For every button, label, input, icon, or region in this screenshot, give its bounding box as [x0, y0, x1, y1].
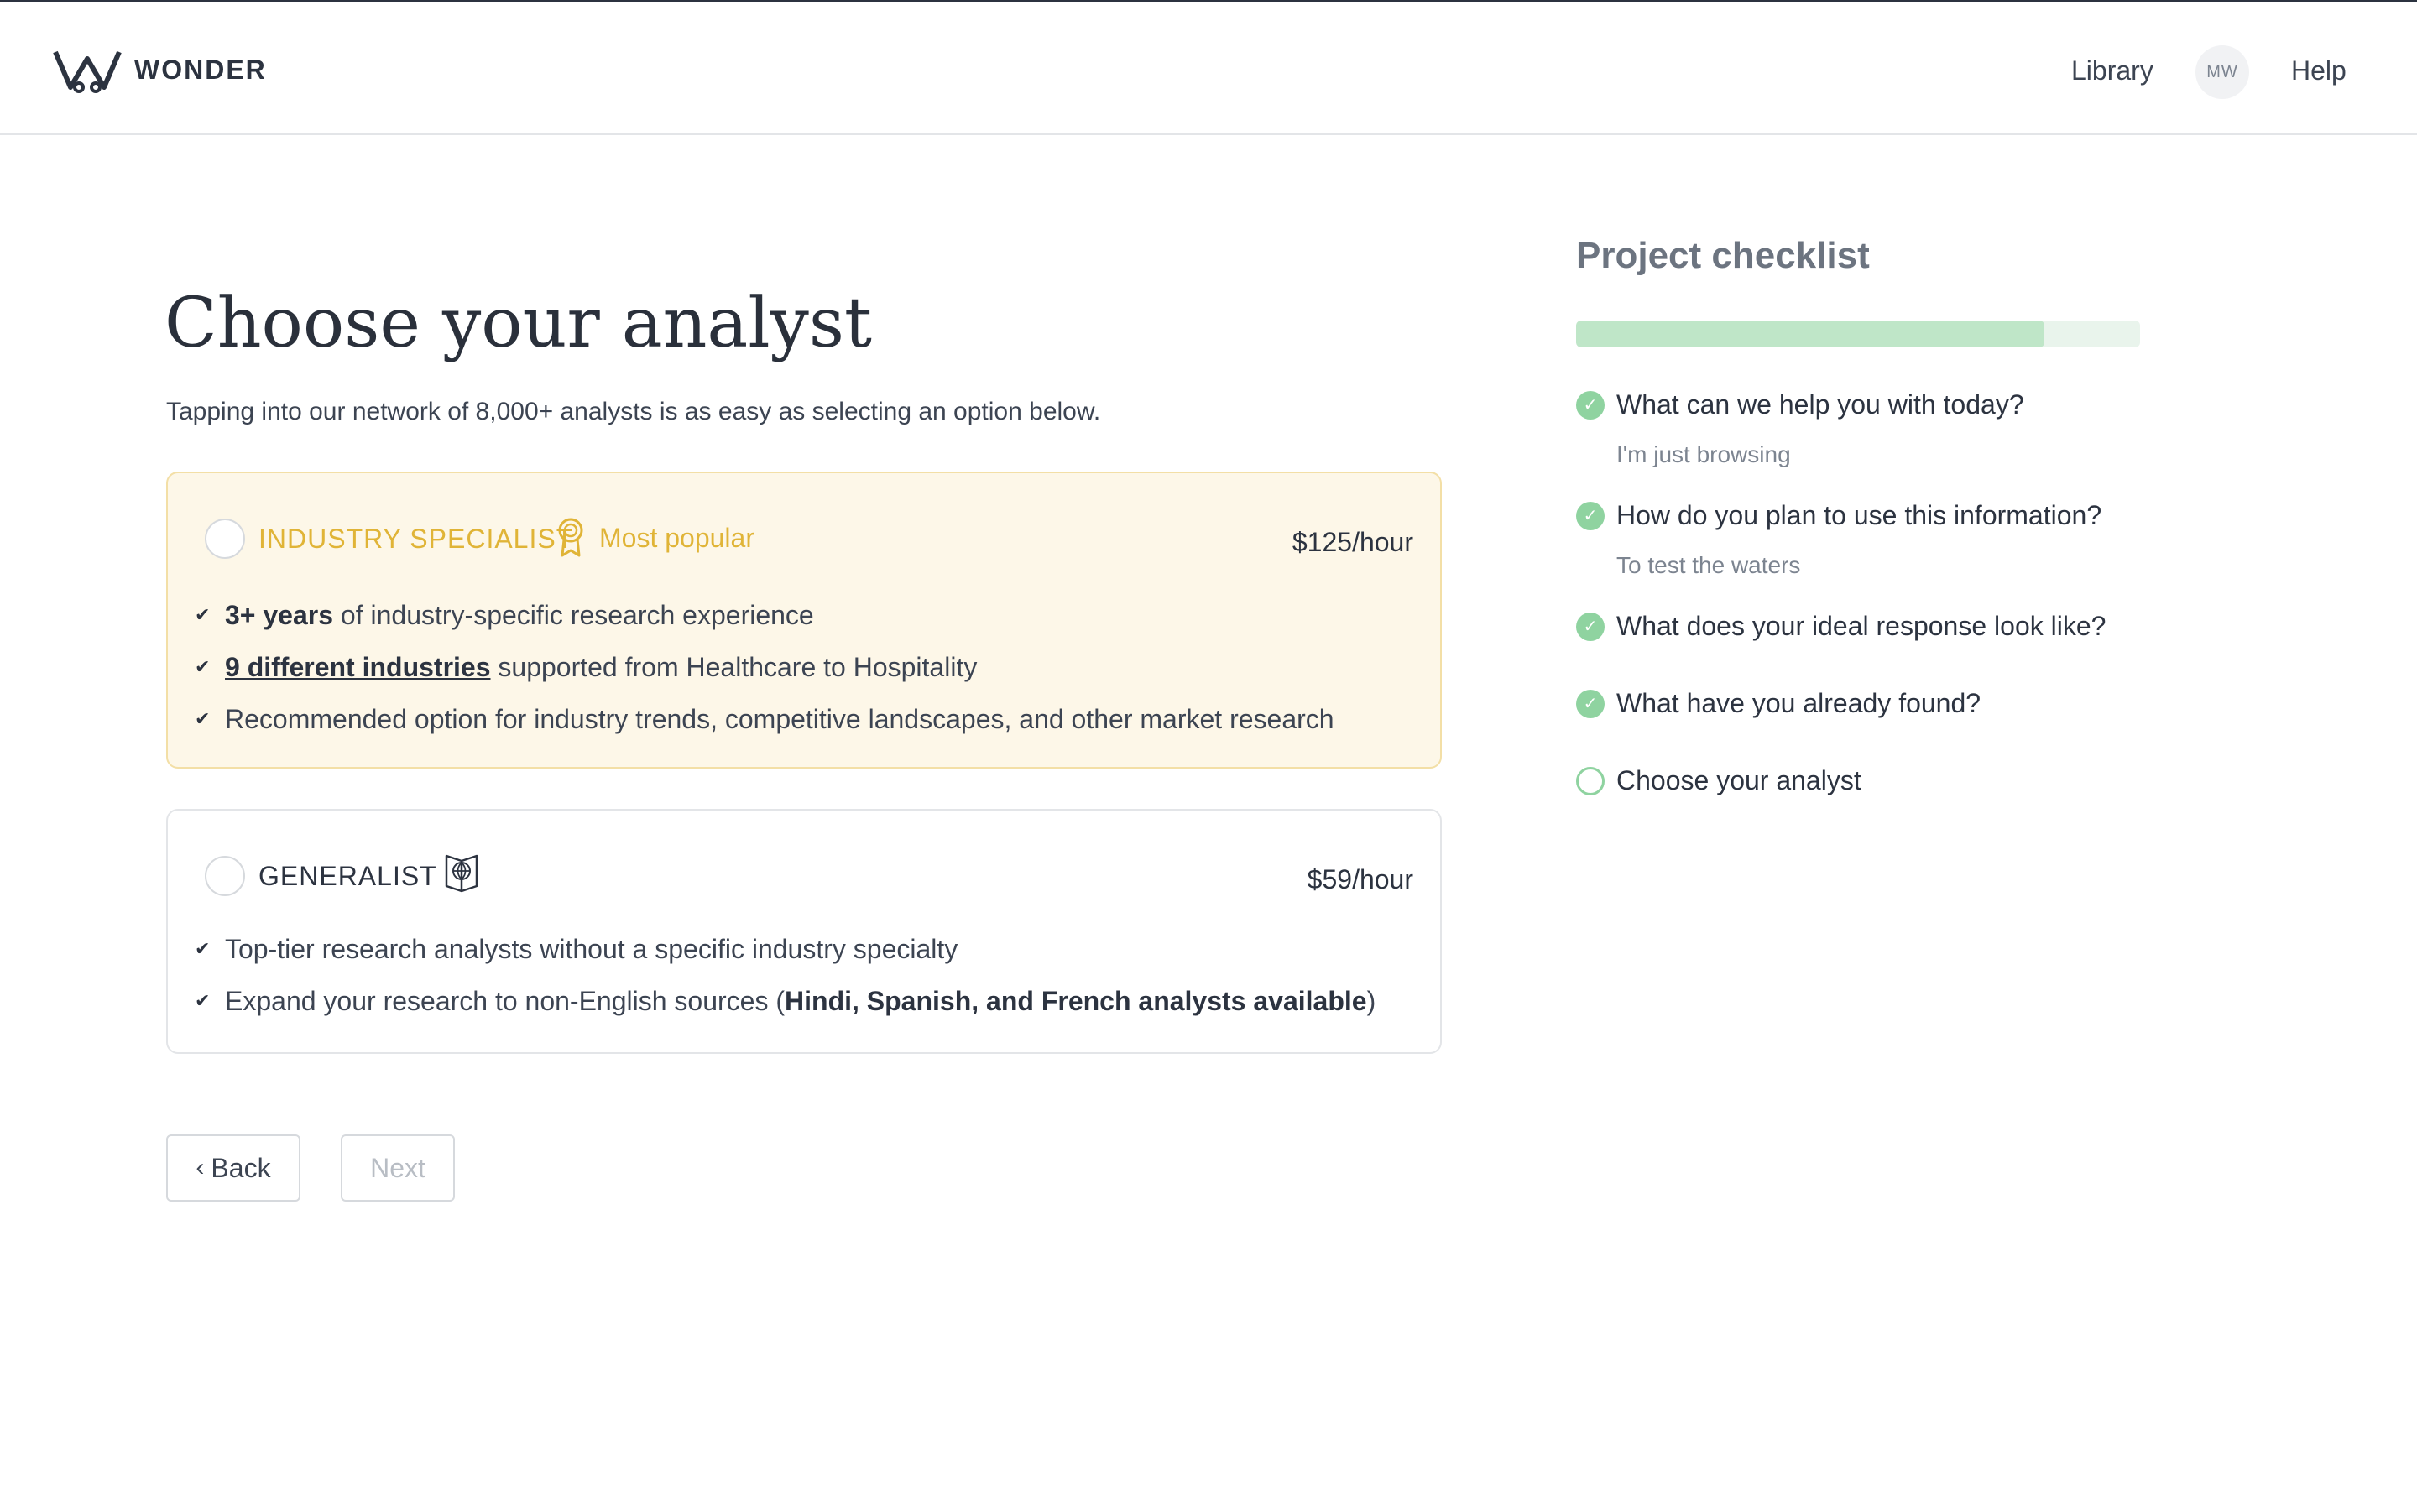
checklist-progress-bar	[1576, 321, 2140, 347]
brand-logo[interactable]: WONDER	[52, 45, 267, 94]
feature-item: ✔ 9 different industries supported from …	[195, 641, 1334, 693]
user-avatar[interactable]: MW	[2195, 45, 2249, 99]
nav-help-link[interactable]: Help	[2291, 55, 2347, 86]
checklist-answer: To test the waters	[1616, 552, 1801, 578]
option-price: $125/hour	[1292, 527, 1413, 557]
empty-circle-icon	[1576, 766, 1605, 795]
feature-item: ✔ 3+ years of industry-specific research…	[195, 589, 1334, 641]
checkmark-icon: ✔	[195, 656, 211, 677]
feature-item: ✔ Recommended option for industry trends…	[195, 693, 1334, 745]
industries-link[interactable]: 9 different industries	[225, 652, 491, 682]
checkmark-icon: ✔	[195, 938, 211, 959]
radio-industry-specialist[interactable]	[205, 519, 245, 559]
checklist-title: Project checklist	[1576, 235, 1870, 276]
back-button-label: Back	[211, 1152, 271, 1183]
feature-text: Top-tier research analysts without a spe…	[225, 933, 958, 964]
award-ribbon-icon	[558, 518, 583, 557]
checklist-question: What does your ideal response look like?	[1616, 611, 2106, 641]
option-title: GENERALIST	[258, 861, 437, 891]
check-circle-icon: ✓	[1576, 390, 1605, 420]
checklist-item: Choose your analyst	[1576, 765, 1861, 796]
checkmark-icon: ✔	[195, 990, 211, 1011]
nav-library-link[interactable]: Library	[2071, 55, 2153, 86]
page-title: Choose your analyst	[164, 284, 872, 363]
checklist-answer: I'm just browsing	[1616, 441, 1791, 467]
feature-text: Expand your research to non-English sour…	[225, 985, 786, 1016]
feature-item: ✔ Top-tier research analysts without a s…	[195, 923, 1376, 975]
checklist-item: ✓ What have you already found?	[1576, 688, 1981, 719]
most-popular-badge: Most popular	[556, 517, 754, 559]
checklist-question: Choose your analyst	[1616, 765, 1861, 795]
checklist-question: What have you already found?	[1616, 688, 1981, 718]
wonder-logo-icon	[53, 50, 122, 93]
check-circle-icon: ✓	[1576, 501, 1605, 530]
checklist-item: ✓ What can we help you with today?	[1576, 389, 2024, 420]
page-subtitle: Tapping into our network of 8,000+ analy…	[166, 398, 1101, 425]
feature-text: supported from Healthcare to Hospitality	[490, 651, 978, 682]
feature-text: )	[1366, 985, 1376, 1016]
radio-generalist[interactable]	[205, 856, 245, 896]
chevron-left-icon: ‹	[196, 1154, 205, 1181]
globe-book-icon	[445, 854, 478, 893]
brand-name: WONDER	[134, 54, 267, 85]
feature-highlight: Hindi, Spanish, and French analysts avai…	[785, 985, 1367, 1016]
option-price: $59/hour	[1307, 864, 1413, 894]
feature-list: ✔ Top-tier research analysts without a s…	[195, 923, 1376, 1027]
back-button[interactable]: ‹ Back	[166, 1134, 300, 1202]
feature-list: ✔ 3+ years of industry-specific research…	[195, 589, 1334, 745]
checklist-question: How do you plan to use this information?	[1616, 500, 2102, 530]
checkmark-icon: ✔	[195, 708, 211, 729]
feature-item: ✔ Expand your research to non-English so…	[195, 975, 1376, 1027]
next-button[interactable]: Next	[341, 1134, 455, 1202]
feature-text: Recommended option for industry trends, …	[225, 703, 1334, 734]
option-card-industry-specialist[interactable]: INDUSTRY SPECIALIST Most popular $125/ho…	[166, 472, 1442, 769]
top-header: WONDER Library MW Help	[0, 0, 2417, 135]
option-title: INDUSTRY SPECIALIST	[258, 524, 574, 554]
badge-label: Most popular	[599, 522, 754, 553]
checklist-item: ✓ What does your ideal response look lik…	[1576, 611, 2106, 642]
option-card-generalist[interactable]: GENERALIST $59/hour ✔ Top-tier research …	[166, 809, 1442, 1054]
checklist-question: What can we help you with today?	[1616, 389, 2024, 420]
checkmark-icon: ✔	[195, 604, 211, 625]
check-circle-icon: ✓	[1576, 612, 1605, 641]
check-circle-icon: ✓	[1576, 689, 1605, 718]
checklist-item: ✓ How do you plan to use this informatio…	[1576, 500, 2101, 531]
feature-highlight: 3+ years	[225, 599, 334, 630]
progress-fill	[1576, 321, 2044, 347]
feature-text: of industry-specific research experience	[333, 599, 814, 630]
